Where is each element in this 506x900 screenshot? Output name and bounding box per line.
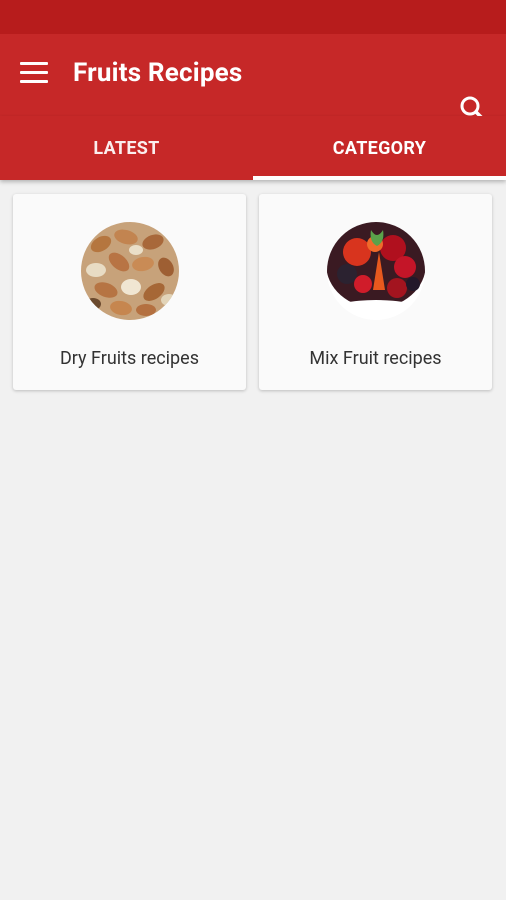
status-bar <box>0 0 506 34</box>
tab-latest-label: LATEST <box>93 137 160 159</box>
category-grid: Dry Fruits recipes Mix Fruit recipes <box>0 180 506 404</box>
tab-bar: LATEST CATEGORY <box>0 116 506 180</box>
tab-latest[interactable]: LATEST <box>0 116 253 180</box>
mix-fruit-image <box>326 222 425 320</box>
category-card-dry-fruits[interactable]: Dry Fruits recipes <box>13 194 246 390</box>
page-title: Fruits Recipes <box>73 58 243 88</box>
category-label: Dry Fruits recipes <box>59 348 200 369</box>
hamburger-menu-icon[interactable] <box>20 62 48 84</box>
dry-fruits-image <box>80 222 179 320</box>
category-card-mix-fruit[interactable]: Mix Fruit recipes <box>259 194 492 390</box>
app-bar: Fruits Recipes <box>0 34 506 123</box>
tab-selected-indicator <box>253 176 506 180</box>
tab-category[interactable]: CATEGORY <box>253 116 506 180</box>
tab-category-label: CATEGORY <box>332 137 427 159</box>
category-label: Mix Fruit recipes <box>309 348 442 369</box>
